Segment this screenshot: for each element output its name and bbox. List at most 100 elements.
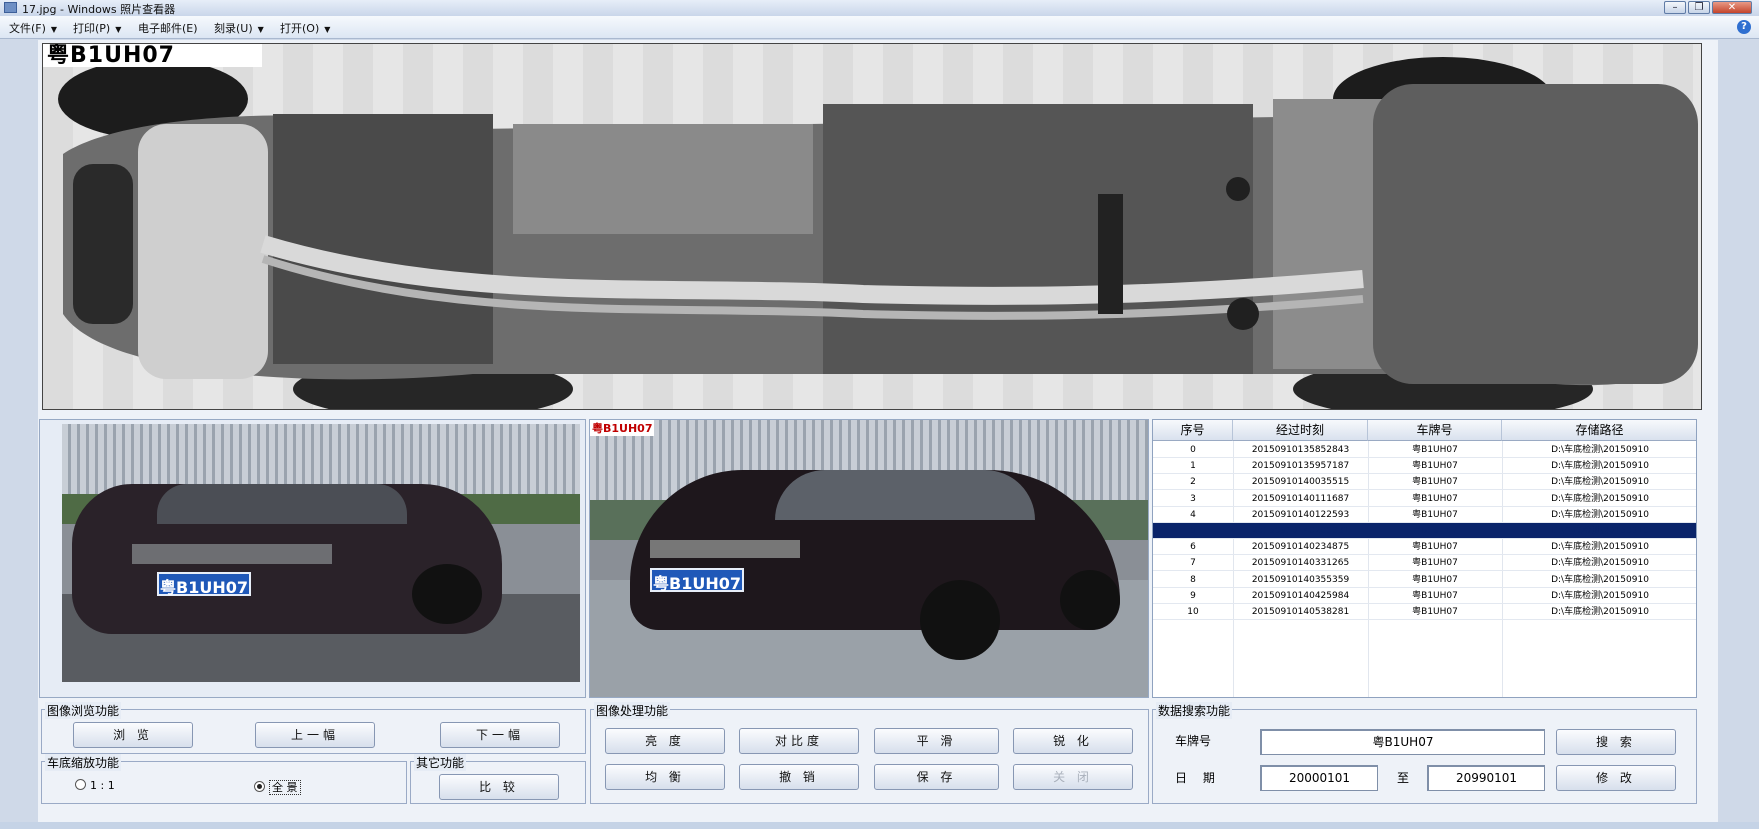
table-cell-index: 8: [1190, 574, 1196, 585]
menu-email[interactable]: 电子邮件(E): [138, 20, 198, 36]
equalize-button[interactable]: 均 衡: [605, 764, 725, 790]
table-cell-index: 6: [1190, 542, 1196, 553]
image-processing-group: 图像处理功能 亮 度 对比度 平 滑 锐 化 均 衡 撤 销 保 存 关 闭: [590, 702, 1149, 804]
smooth-button[interactable]: 平 滑: [874, 728, 999, 754]
menu-print[interactable]: 打印(P) ▼: [73, 20, 121, 36]
table-cell-plate: 粤B1UH07: [1412, 590, 1458, 601]
table-cell-time: 20150910140200031: [1251, 526, 1350, 536]
table-cell-path: D:\车底检测\20150910: [1551, 574, 1649, 585]
table-cell-path: D:\车底检测\20150910: [1551, 542, 1649, 553]
date-to-input[interactable]: 20990101: [1427, 765, 1545, 791]
table-cell-time: 20150910140425984: [1251, 590, 1350, 601]
menu-bar: 文件(F) ▼ 打印(P) ▼ 电子邮件(E) 刻录(U) ▼ 打开(O) ▼ ?: [0, 16, 1759, 39]
column-header-path[interactable]: 存储路径: [1502, 420, 1696, 441]
table-cell-index: 0: [1190, 445, 1196, 455]
table-cell-path: D:\车底检测\20150910: [1551, 590, 1649, 601]
table-row[interactable]: 2 20150910140035515 粤B1UH07 D:\车底检测\2015091…: [1153, 474, 1696, 491]
table-row[interactable]: 4 20150910140122593 粤B1UH07 D:\车底检测\2015091…: [1153, 507, 1696, 523]
table-row[interactable]: 5 20150910140200031 粤B1UH07 D:\车底检测\2015091…: [1153, 523, 1696, 539]
table-row[interactable]: 10 20150910140538281 粤B1UH07 D:\车底检测\201509…: [1153, 604, 1696, 620]
table-cell-index: 5: [1190, 526, 1196, 536]
table-cell-time: 20150910135852843: [1251, 445, 1350, 455]
minimize-button[interactable]: –: [1664, 1, 1686, 14]
menu-burn[interactable]: 刻录(U) ▼: [214, 20, 264, 36]
other-group: 其它功能 比 较: [410, 754, 586, 804]
table-cell-plate: 粤B1UH07: [1412, 574, 1458, 585]
modify-button[interactable]: 修 改: [1556, 765, 1676, 791]
table-row[interactable]: 6 20150910140234875 粤B1UH07 D:\车底检测\2015091…: [1153, 539, 1696, 556]
table-cell-time: 20150910135957187: [1251, 461, 1350, 472]
table-row[interactable]: 8 20150910140355359 粤B1UH07 D:\车底检测\2015091…: [1153, 572, 1696, 588]
restore-button[interactable]: ❐: [1688, 1, 1710, 14]
previous-image-button[interactable]: 上一幅: [255, 722, 375, 748]
next-image-button[interactable]: 下一幅: [440, 722, 560, 748]
table-cell-plate: 粤B1UH07: [1412, 526, 1458, 536]
side-photo-plate-overlay: 粤B1UH07: [590, 420, 655, 436]
window-title: 17.jpg - Windows 照片查看器: [22, 3, 176, 16]
date-from-input[interactable]: 20000101: [1260, 765, 1378, 791]
side-car-photo: 粤B1UH07 粤B1UH07: [590, 420, 1148, 697]
brightness-button[interactable]: 亮 度: [605, 728, 725, 754]
processing-group-title: 图像处理功能: [594, 702, 671, 719]
table-cell-time: 20150910140355359: [1251, 574, 1350, 585]
table-cell-path: D:\车底检测\20150910: [1551, 607, 1649, 617]
front-photo-panel: 粤B1UH07: [39, 419, 586, 698]
front-plate: 粤B1UH07: [157, 572, 251, 597]
front-car-photo: 粤B1UH07: [62, 424, 580, 682]
browse-group-title: 图像浏览功能: [45, 702, 122, 719]
table-row[interactable]: 3 20150910140111687 粤B1UH07 D:\车底检测\2015091…: [1153, 491, 1696, 507]
table-cell-index: 4: [1190, 509, 1196, 520]
table-cell-plate: 粤B1UH07: [1412, 477, 1458, 488]
table-row[interactable]: 9 20150910140425984 粤B1UH07 D:\车底检测\2015091…: [1153, 588, 1696, 604]
table-cell-path: D:\车底检测\20150910: [1551, 509, 1649, 520]
table-cell-time: 20150910140234875: [1251, 542, 1350, 553]
title-bar: 17.jpg - Windows 照片查看器 – ❐ ✕: [0, 0, 1759, 17]
zoom-1to1-radio[interactable]: 1 : 1: [75, 779, 115, 792]
table-cell-index: 1: [1190, 461, 1196, 472]
close-window-button[interactable]: ✕: [1712, 1, 1752, 14]
plate-input[interactable]: 粤B1UH07: [1260, 729, 1545, 755]
table-cell-plate: 粤B1UH07: [1412, 607, 1458, 617]
table-cell-time: 20150910140122593: [1251, 509, 1350, 520]
side-photo-panel: 粤B1UH07 粤B1UH07: [589, 419, 1149, 698]
search-button[interactable]: 搜 索: [1556, 729, 1676, 755]
records-table[interactable]: 序号 经过时刻 车牌号 存储路径 0 20150910135852843 粤B1UH…: [1152, 419, 1697, 698]
table-cell-index: 3: [1190, 493, 1196, 504]
table-cell-time: 20150910140035515: [1251, 477, 1350, 488]
browse-group: 图像浏览功能 浏 览 上一幅 下一幅: [41, 702, 586, 754]
photo-viewer-app-icon: [4, 2, 17, 13]
table-cell-plate: 粤B1UH07: [1412, 542, 1458, 553]
radio-selected-icon: [254, 781, 265, 792]
help-icon[interactable]: ?: [1737, 20, 1751, 34]
table-cell-index: 9: [1190, 590, 1196, 601]
table-cell-path: D:\车底检测\20150910: [1551, 461, 1649, 472]
date-range-separator: 至: [1397, 771, 1410, 785]
zoom-full-radio[interactable]: 全 景: [254, 779, 301, 795]
table-row[interactable]: 7 20150910140331265 粤B1UH07 D:\车底检测\2015091…: [1153, 555, 1696, 572]
undo-button[interactable]: 撤 销: [739, 764, 859, 790]
date-label: 日 期: [1175, 771, 1221, 785]
bottom-bar: [0, 822, 1759, 829]
close-button: 关 闭: [1013, 764, 1133, 790]
plate-label: 车牌号: [1175, 734, 1212, 748]
compare-button[interactable]: 比 较: [439, 774, 559, 800]
other-group-title: 其它功能: [414, 754, 467, 771]
browse-button[interactable]: 浏 览: [73, 722, 193, 748]
chevron-down-icon: ▼: [115, 25, 122, 34]
table-row[interactable]: 0 20150910135852843 粤B1UH07 D:\车底检测\2015091…: [1153, 442, 1696, 458]
column-header-plate[interactable]: 车牌号: [1368, 420, 1502, 441]
chevron-down-icon: ▼: [324, 25, 331, 34]
undercarriage-image: 粤B1UH07: [42, 43, 1702, 410]
side-plate: 粤B1UH07: [650, 568, 744, 593]
menu-open[interactable]: 打开(O) ▼: [280, 20, 330, 36]
chevron-down-icon: ▼: [50, 25, 58, 34]
sharpen-button[interactable]: 锐 化: [1013, 728, 1133, 754]
column-header-time[interactable]: 经过时刻: [1233, 420, 1368, 441]
column-header-index[interactable]: 序号: [1153, 420, 1233, 441]
table-row[interactable]: 1 20150910135957187 粤B1UH07 D:\车底检测\2015091…: [1153, 458, 1696, 475]
save-button[interactable]: 保 存: [874, 764, 999, 790]
table-cell-plate: 粤B1UH07: [1412, 445, 1458, 455]
contrast-button[interactable]: 对比度: [739, 728, 859, 754]
menu-file[interactable]: 文件(F) ▼: [9, 20, 57, 36]
table-cell-path: D:\车底检测\20150910: [1551, 445, 1649, 455]
